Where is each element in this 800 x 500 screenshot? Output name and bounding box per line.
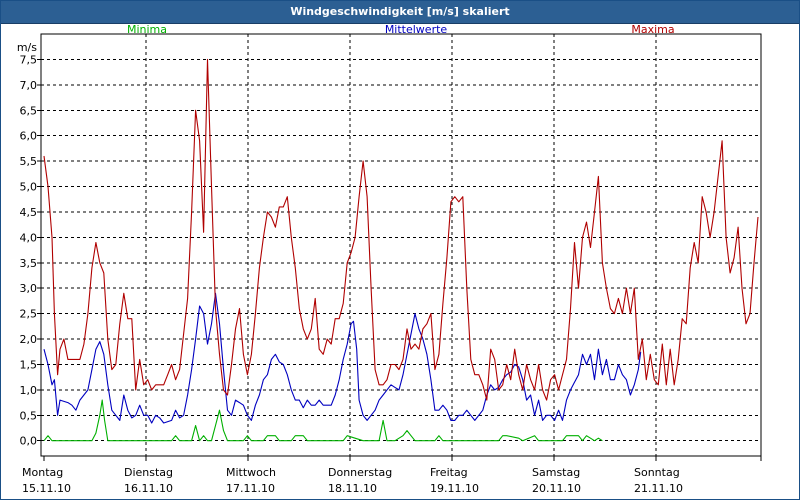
title-bar: Windgeschwindigkeit [m/s] skaliert <box>1 1 799 24</box>
y-tick-label: 1,0 <box>20 384 38 397</box>
y-tick-label: 0,5 <box>20 409 38 422</box>
y-tick-label: 3,5 <box>20 257 38 270</box>
series-line-minima <box>43 399 603 442</box>
series-lines <box>43 58 759 442</box>
x-tick-date: 21.11.10 <box>634 482 683 495</box>
chart-window: Windgeschwindigkeit [m/s] skaliert 0,0 0,… <box>0 0 800 500</box>
x-tick-labels: Montag 15.11.10 Dienstag 16.11.10 Mittwoch 17… <box>22 466 683 495</box>
y-tick-label: 7,5 <box>20 53 38 66</box>
y-tick-label: 2,0 <box>20 333 38 346</box>
x-tick-weekday: Samstag <box>532 466 580 479</box>
y-tick-label: 4,0 <box>20 231 38 244</box>
x-tick-date: 16.11.10 <box>124 482 173 495</box>
y-tick-label: 5,0 <box>20 181 38 194</box>
x-tick-weekday: Mittwoch <box>226 466 276 479</box>
y-tick-label: 0,0 <box>20 435 38 448</box>
grid-lines <box>41 34 761 456</box>
plot-frame <box>40 33 762 457</box>
y-tick-label: 6,0 <box>20 130 38 143</box>
x-tick-weekday: Donnerstag <box>328 466 392 479</box>
x-tick-date: 17.11.10 <box>226 482 275 495</box>
x-tick-date: 18.11.10 <box>328 482 377 495</box>
legend-item-mittelwerte: Mittelwerte <box>385 24 448 36</box>
y-tick-labels: 0,0 0,5 1,0 1,5 2,0 2,5 3,0 3,5 4,0 4,5 5,0 5,5 6,0 6… <box>17 41 37 448</box>
legend-item-minima: Minima <box>127 24 167 36</box>
legend-item-maxima: Maxima <box>631 24 674 36</box>
x-tick-weekday: Dienstag <box>124 466 173 479</box>
x-tick-date: 19.11.10 <box>430 482 479 495</box>
y-tick-label: 2,5 <box>20 308 38 321</box>
y-tick-label: 3,0 <box>20 282 38 295</box>
y-tick-label: 7,0 <box>20 79 38 92</box>
x-tick-weekday: Montag <box>22 466 63 479</box>
y-tick-label: 6,5 <box>20 104 38 117</box>
x-tick-date: 20.11.10 <box>532 482 581 495</box>
window-title: Windgeschwindigkeit [m/s] skaliert <box>290 5 510 18</box>
y-tick-label: 5,5 <box>20 155 38 168</box>
x-tick-weekday: Sonntag <box>634 466 680 479</box>
wind-speed-chart: 0,0 0,5 1,0 1,5 2,0 2,5 3,0 3,5 4,0 4,5 5,0 5,5 6,0 6… <box>17 24 762 495</box>
y-tick-label: 4,5 <box>20 206 38 219</box>
y-tick-label: 1,5 <box>20 358 38 371</box>
x-tick-date: 15.11.10 <box>22 482 71 495</box>
x-tick-weekday: Freitag <box>430 466 468 479</box>
y-axis-unit: m/s <box>17 41 37 54</box>
